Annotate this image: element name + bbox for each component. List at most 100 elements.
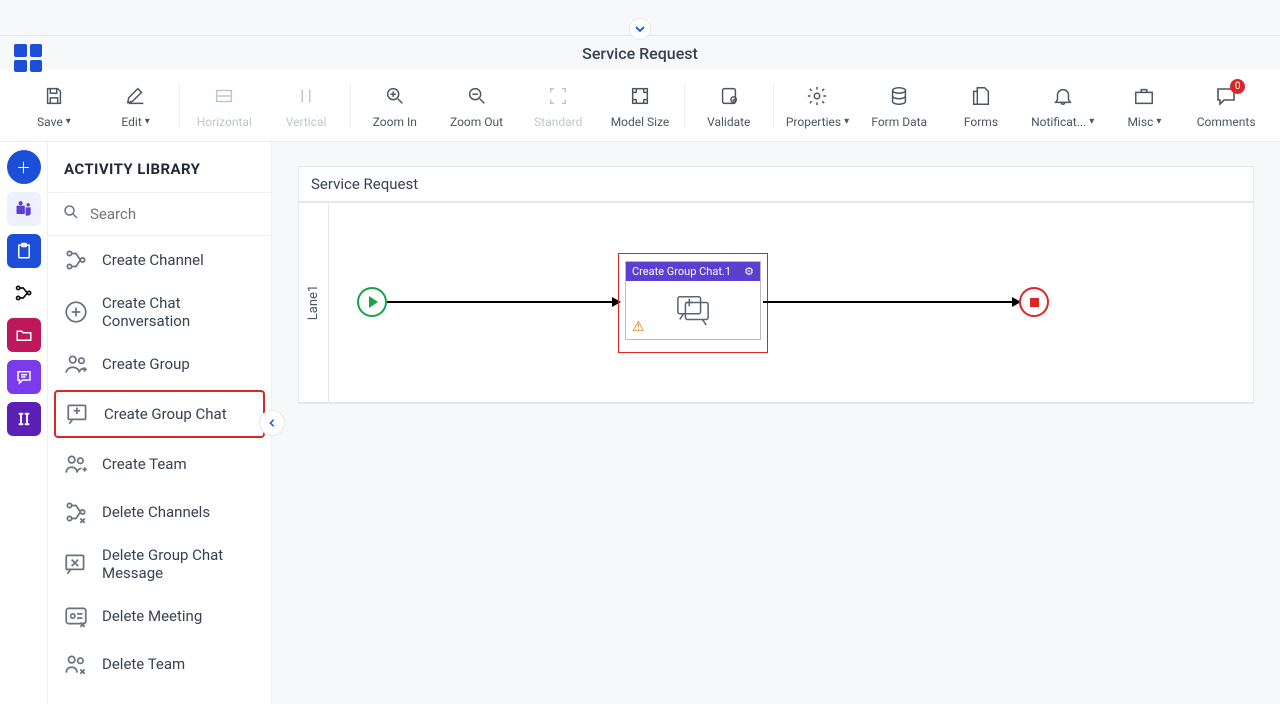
vertical-button[interactable]: Vertical bbox=[268, 75, 344, 137]
horizontal-button[interactable]: Horizontal bbox=[186, 75, 262, 137]
model-size-button[interactable]: Model Size bbox=[602, 75, 678, 137]
chevron-down-icon: ▾ bbox=[844, 116, 849, 127]
search-input[interactable] bbox=[90, 205, 257, 223]
activity-item-icon bbox=[64, 400, 92, 428]
vertical-icon bbox=[293, 83, 319, 109]
activity-header: Create Group Chat.1 ⚙ bbox=[626, 262, 760, 281]
activity-item-label: Delete Team bbox=[102, 655, 185, 673]
warning-icon: ⚠ bbox=[632, 319, 645, 335]
edit-icon bbox=[123, 83, 149, 109]
activity-item-label: Delete Group Chat Message bbox=[102, 546, 257, 582]
save-icon bbox=[41, 83, 67, 109]
lane: Lane1 Create Group Chat.1 ⚙ ⚠ bbox=[299, 203, 1253, 403]
page-title: Service Request bbox=[582, 44, 698, 63]
clipboard-icon[interactable] bbox=[7, 234, 41, 268]
comments-button[interactable]: 0 Comments bbox=[1188, 75, 1264, 137]
save-button[interactable]: Save▾ bbox=[16, 75, 92, 137]
activity-item[interactable]: Create Group bbox=[48, 340, 271, 388]
activity-item-label: Create Group Chat bbox=[104, 405, 227, 423]
horizontal-icon bbox=[211, 83, 237, 109]
activity-body: ⚠ bbox=[626, 281, 760, 339]
activity-gear-icon[interactable]: ⚙ bbox=[744, 265, 754, 278]
database-icon bbox=[886, 83, 912, 109]
activity-item-label: Create Group bbox=[102, 355, 190, 373]
standard-icon bbox=[545, 83, 571, 109]
start-node[interactable] bbox=[357, 287, 387, 317]
activity-list: Create Channel Create Chat Conversation Cr… bbox=[48, 236, 271, 688]
activity-item[interactable]: Create Chat Conversation bbox=[48, 284, 271, 340]
model-size-icon bbox=[627, 83, 653, 109]
standard-button[interactable]: Standard bbox=[520, 75, 596, 137]
forms-button[interactable]: Forms bbox=[943, 75, 1019, 137]
sidebar-title: ACTIVITY LIBRARY bbox=[48, 142, 271, 193]
activity-item-label: Create Channel bbox=[102, 251, 204, 269]
activity-item[interactable]: Create Group Chat bbox=[54, 390, 265, 438]
chevron-down-icon: ▾ bbox=[145, 116, 150, 127]
misc-icon bbox=[1131, 83, 1157, 109]
app-logo-icon bbox=[14, 44, 42, 72]
search-row bbox=[48, 193, 271, 236]
chevron-down-icon: ▾ bbox=[1089, 116, 1094, 127]
edge-activity-to-end bbox=[763, 301, 1019, 303]
comments-badge: 0 bbox=[1230, 79, 1245, 94]
zoom-in-icon bbox=[382, 83, 408, 109]
activity-library-sidebar: ACTIVITY LIBRARY Create ChannelCreate Ch… bbox=[48, 142, 272, 704]
activity-item-label: Delete Channels bbox=[102, 503, 210, 521]
collapse-sidebar-button[interactable] bbox=[259, 410, 285, 436]
folder-icon[interactable] bbox=[7, 318, 41, 352]
validate-button[interactable]: Validate bbox=[691, 75, 767, 137]
form-data-button[interactable]: Form Data bbox=[861, 75, 937, 137]
activity-item-icon bbox=[62, 498, 90, 526]
process-canvas[interactable]: Service Request Lane1 Create Group Chat.… bbox=[298, 166, 1254, 404]
gear-icon bbox=[804, 83, 830, 109]
edit-button[interactable]: Edit▾ bbox=[98, 75, 174, 137]
activity-item-icon bbox=[62, 246, 90, 274]
add-icon[interactable]: ＋ bbox=[7, 150, 41, 184]
expand-arrow-down[interactable] bbox=[629, 18, 651, 40]
zoom-in-button[interactable]: Zoom In bbox=[357, 75, 433, 137]
columns-icon[interactable] bbox=[7, 402, 41, 436]
chevron-down-icon: ▾ bbox=[1156, 116, 1161, 127]
activity-item-icon bbox=[62, 650, 90, 678]
comments-icon: 0 bbox=[1213, 83, 1239, 109]
title-bar: Service Request bbox=[0, 36, 1280, 70]
lane-body[interactable]: Create Group Chat.1 ⚙ ⚠ bbox=[329, 203, 1253, 402]
activity-node[interactable]: Create Group Chat.1 ⚙ ⚠ bbox=[625, 261, 761, 340]
activity-item-icon bbox=[62, 550, 90, 578]
misc-button[interactable]: Misc▾ bbox=[1107, 75, 1183, 137]
activity-title: Create Group Chat.1 bbox=[632, 265, 731, 278]
nodes-icon[interactable] bbox=[7, 276, 41, 310]
notifications-button[interactable]: Notificat...▾ bbox=[1025, 75, 1101, 137]
canvas-area: Service Request Lane1 Create Group Chat.… bbox=[272, 142, 1280, 704]
activity-item-icon bbox=[62, 350, 90, 378]
activity-item[interactable]: Delete Meeting bbox=[48, 592, 271, 640]
lane-label: Lane1 bbox=[299, 203, 329, 402]
canvas-title: Service Request bbox=[299, 167, 1253, 203]
activity-item[interactable]: Create Channel bbox=[48, 236, 271, 284]
edge-start-to-activity bbox=[387, 301, 619, 303]
activity-item-icon bbox=[62, 602, 90, 630]
teams-icon[interactable] bbox=[7, 192, 41, 226]
forms-icon bbox=[968, 83, 994, 109]
activity-item-label: Delete Meeting bbox=[102, 607, 202, 625]
chevron-down-icon: ▾ bbox=[66, 116, 71, 127]
zoom-out-button[interactable]: Zoom Out bbox=[439, 75, 515, 137]
validate-icon bbox=[716, 83, 742, 109]
search-icon bbox=[62, 203, 80, 225]
properties-button[interactable]: Properties▾ bbox=[780, 75, 856, 137]
toolbar: Save▾ Edit▾ Horizontal Vertical Zoom In … bbox=[0, 70, 1280, 142]
activity-item-icon bbox=[62, 298, 90, 326]
activity-item-icon bbox=[62, 450, 90, 478]
activity-item-label: Create Team bbox=[102, 455, 187, 473]
end-node[interactable] bbox=[1019, 287, 1049, 317]
main-area: ＋ ACTIVITY LIBRARY Create ChannelCreate … bbox=[0, 142, 1280, 704]
activity-item[interactable]: Delete Channels bbox=[48, 488, 271, 536]
activity-item[interactable]: Delete Team bbox=[48, 640, 271, 688]
activity-item[interactable]: Delete Group Chat Message bbox=[48, 536, 271, 592]
top-bar bbox=[0, 0, 1280, 36]
zoom-out-icon bbox=[464, 83, 490, 109]
bell-icon bbox=[1050, 83, 1076, 109]
activity-item[interactable]: Create Team bbox=[48, 440, 271, 488]
activity-item-label: Create Chat Conversation bbox=[102, 294, 257, 330]
chat-icon[interactable] bbox=[7, 360, 41, 394]
